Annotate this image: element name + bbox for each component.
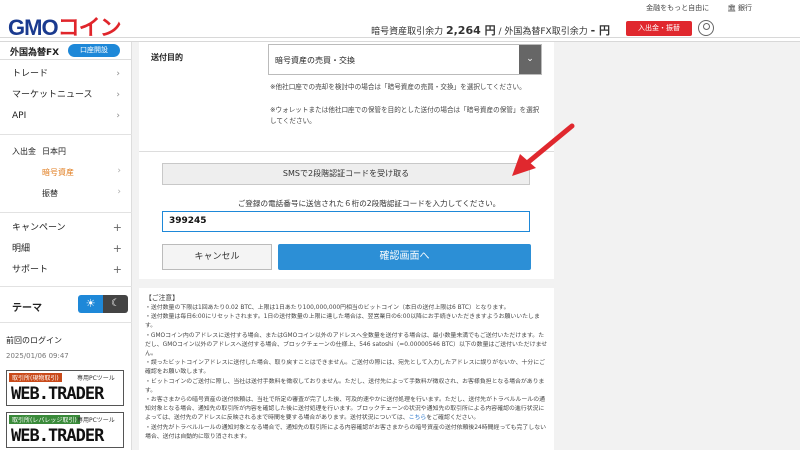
sidebar-item-jpy[interactable]: 日本円	[42, 145, 66, 159]
header: GMOコイン 金融をもっと自由に 🏛 銀行 暗号資産取引余力 2,264 円 / …	[0, 0, 800, 42]
web-trader-spot-banner[interactable]: 取引所(現物取引) 専用PCツール WEB.TRADER	[6, 370, 124, 406]
top-link-bank[interactable]: 🏛 銀行	[727, 3, 752, 13]
sun-icon[interactable]: ☀	[78, 295, 103, 313]
fx-title: 外国為替FX	[10, 48, 60, 58]
last-login-date: 2025/01/06 09:47	[6, 352, 69, 360]
sidebar-deposit-section: 入出金	[12, 147, 36, 156]
code-instruction: ご登録の電話番号に送信された６桁の2段階認証コードを入力してください。	[237, 199, 501, 208]
notes-block: 【ご注意】 ・送付数量の下限は1回あたり0.02 BTC、上限は1日あたり100…	[139, 288, 554, 450]
fx-row: 外国為替FX 口座開設	[0, 42, 132, 60]
note-line: ・GMOコイン内のアドレスに送付する場合、またはGMOコイン以外のアドレスへ全数…	[145, 332, 548, 358]
sidebar-item-transfer[interactable]: 振替	[42, 187, 58, 201]
purpose-note-1: ※他社口座での売却を検討中の場合は「暗号資産の売買・交換」を選択してください。	[270, 83, 526, 91]
sidebar-item-crypto[interactable]: 暗号資産	[42, 166, 74, 180]
plus-icon: +	[112, 221, 122, 234]
purpose-select[interactable]: 暗号資産の売買・交換 ⌄	[268, 44, 542, 75]
sms-code-button[interactable]: SMSで2段階認証コードを受け取る	[162, 163, 530, 185]
note-line: ・ビットコインのご送付に際し、当社は送付手数料を徴収しておりません。ただし、送付…	[145, 378, 545, 394]
sidebar-item-api[interactable]: API ›	[12, 108, 124, 124]
note-line: ・送付数量は毎日6:00にリセットされます。1日の送付数量の上限に達した場合は、…	[145, 314, 540, 330]
send-form-panel: 送付目的 暗号資産の売買・交換 ⌄ ※他社口座での売却を検討中の場合は「暗号資産…	[139, 42, 554, 279]
balance-summary: 暗号資産取引余力 2,264 円 / 外国為替FX取引余力 - 円	[371, 24, 610, 37]
plus-icon: +	[112, 263, 122, 276]
sidebar-item-trade[interactable]: トレード ›	[12, 66, 124, 82]
purpose-selected-value: 暗号資産の売買・交換	[275, 56, 355, 65]
status-link[interactable]: こちら	[409, 415, 427, 421]
sidebar-divider	[0, 134, 132, 135]
plus-icon: +	[112, 242, 122, 255]
web-trader-leverage-banner[interactable]: 取引所(レバレッジ取引) 専用PCツール WEB.TRADER	[6, 412, 124, 448]
top-link-freedom[interactable]: 金融をもっと自由に	[646, 3, 709, 13]
note-line: ・誤ったビットコインアドレスに送付した場合、取り戻すことはできません。ご送付の際…	[145, 360, 545, 376]
chevron-right-icon: ›	[116, 69, 120, 79]
sidebar-item-support[interactable]: サポート +	[12, 262, 124, 278]
sidebar-item-statement[interactable]: 明細 +	[12, 241, 124, 257]
bank-icon: 🏛	[727, 4, 736, 12]
header-divider	[0, 37, 800, 38]
note-line: ・送付先がトラベルルールの通知対象となる場合で、通知先の取引所による内容確認がお…	[145, 424, 546, 440]
two-factor-code-input[interactable]: 399245	[162, 211, 530, 232]
sidebar-item-market-news[interactable]: マーケットニュース ›	[12, 87, 124, 103]
annotation-arrow-icon	[512, 123, 575, 176]
cancel-button[interactable]: キャンセル	[162, 244, 272, 270]
user-icon[interactable]	[698, 20, 714, 36]
sidebar-divider	[0, 322, 132, 323]
form-divider	[139, 151, 554, 152]
purpose-label: 送付目的	[151, 53, 183, 62]
sidebar-item-campaign[interactable]: キャンペーン +	[12, 220, 124, 236]
theme-toggle[interactable]: ☀ ☾	[78, 295, 128, 313]
sidebar-divider	[0, 286, 132, 287]
chevron-right-icon: ›	[117, 166, 121, 176]
last-login-label: 前回のログイン	[6, 336, 62, 345]
notes-title: 【ご注意】	[145, 294, 179, 302]
moon-icon[interactable]: ☾	[103, 295, 128, 313]
note-line: ・送付数量の下限は1回あたり0.02 BTC、上限は1日あたり100,000,0…	[145, 305, 510, 311]
fx-balance: - 円	[590, 24, 610, 37]
theme-label: テーマ	[12, 303, 42, 314]
note-line: ・お客さまからの暗号資産の送付依頼は、当社で所定の審査が完了した後、可及的速やか…	[145, 397, 545, 422]
open-account-button[interactable]: 口座開設	[68, 44, 120, 57]
crypto-balance: 2,264 円	[445, 24, 496, 37]
chevron-right-icon: ›	[117, 187, 121, 197]
confirm-button[interactable]: 確認画面へ	[278, 244, 531, 270]
deposit-transfer-button[interactable]: 入出金・振替	[626, 21, 692, 36]
chevron-right-icon: ›	[116, 90, 120, 100]
sidebar-divider	[0, 212, 132, 213]
chevron-right-icon: ›	[116, 111, 120, 121]
chevron-down-icon[interactable]: ⌄	[519, 45, 541, 74]
top-links: 金融をもっと自由に 🏛 銀行	[646, 3, 752, 13]
